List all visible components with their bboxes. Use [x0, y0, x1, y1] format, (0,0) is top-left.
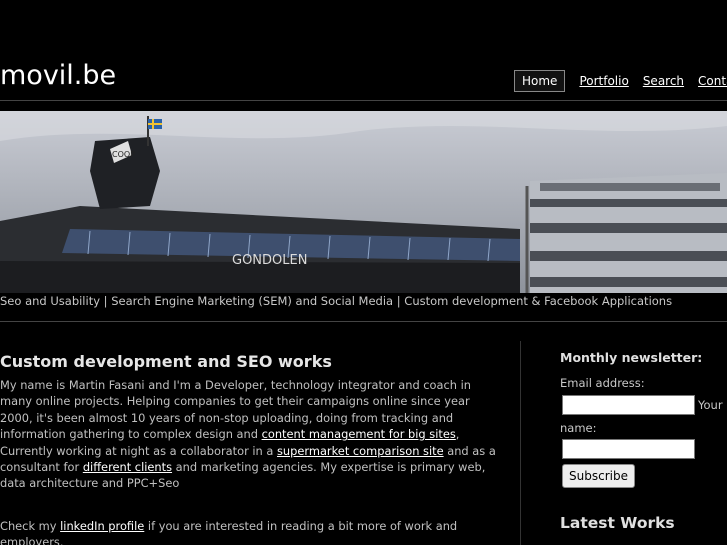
header-divider — [0, 100, 727, 101]
linkedin-paragraph: Check my linkedIn profile if you are int… — [0, 518, 500, 545]
latest-works-heading: Latest Works — [560, 514, 675, 532]
main-nav: Home Portfolio Search Contact — [514, 70, 727, 92]
column-divider — [520, 341, 521, 545]
email-input[interactable] — [562, 395, 695, 415]
nav-contact[interactable]: Contact — [698, 74, 727, 88]
linkedin-text-1: Check my — [0, 518, 61, 533]
site-title[interactable]: movil.be — [0, 60, 116, 91]
subscribe-button[interactable]: Subscribe — [562, 464, 635, 488]
header-banner-image: GONDOLEN COOP — [0, 111, 727, 293]
newsletter-title: Monthly newsletter: — [560, 350, 703, 365]
supermarket-link[interactable]: supermarket comparison site — [277, 444, 444, 458]
name-label: name: — [560, 421, 597, 435]
intro-text-3: Currently working at night as a collabor… — [0, 443, 277, 458]
clients-link[interactable]: different clients — [83, 460, 172, 474]
intro-text-2: , — [455, 427, 460, 442]
gondolen-sign: GONDOLEN — [232, 253, 307, 268]
name-input[interactable] — [562, 439, 695, 459]
cms-link[interactable]: content management for big sites — [262, 427, 456, 441]
nav-search[interactable]: Search — [643, 74, 684, 88]
newsletter-widget: Monthly newsletter: Email address: Your … — [560, 350, 727, 488]
main-content: Custom development and SEO works My name… — [0, 352, 500, 545]
email-label: Email address: — [560, 376, 645, 390]
intro-paragraph: My name is Martin Fasani and I'm a Devel… — [0, 377, 500, 492]
content-divider — [0, 321, 727, 322]
nav-home[interactable]: Home — [514, 70, 566, 92]
site-tagline: Seo and Usability | Search Engine Market… — [0, 294, 673, 308]
tower-sign: COOP — [112, 150, 135, 159]
your-label: Your — [698, 398, 723, 412]
page-heading: Custom development and SEO works — [0, 352, 332, 371]
nav-portfolio[interactable]: Portfolio — [579, 74, 628, 88]
email-row: Your — [560, 395, 727, 415]
linkedin-link[interactable]: linkedIn profile — [60, 519, 144, 533]
